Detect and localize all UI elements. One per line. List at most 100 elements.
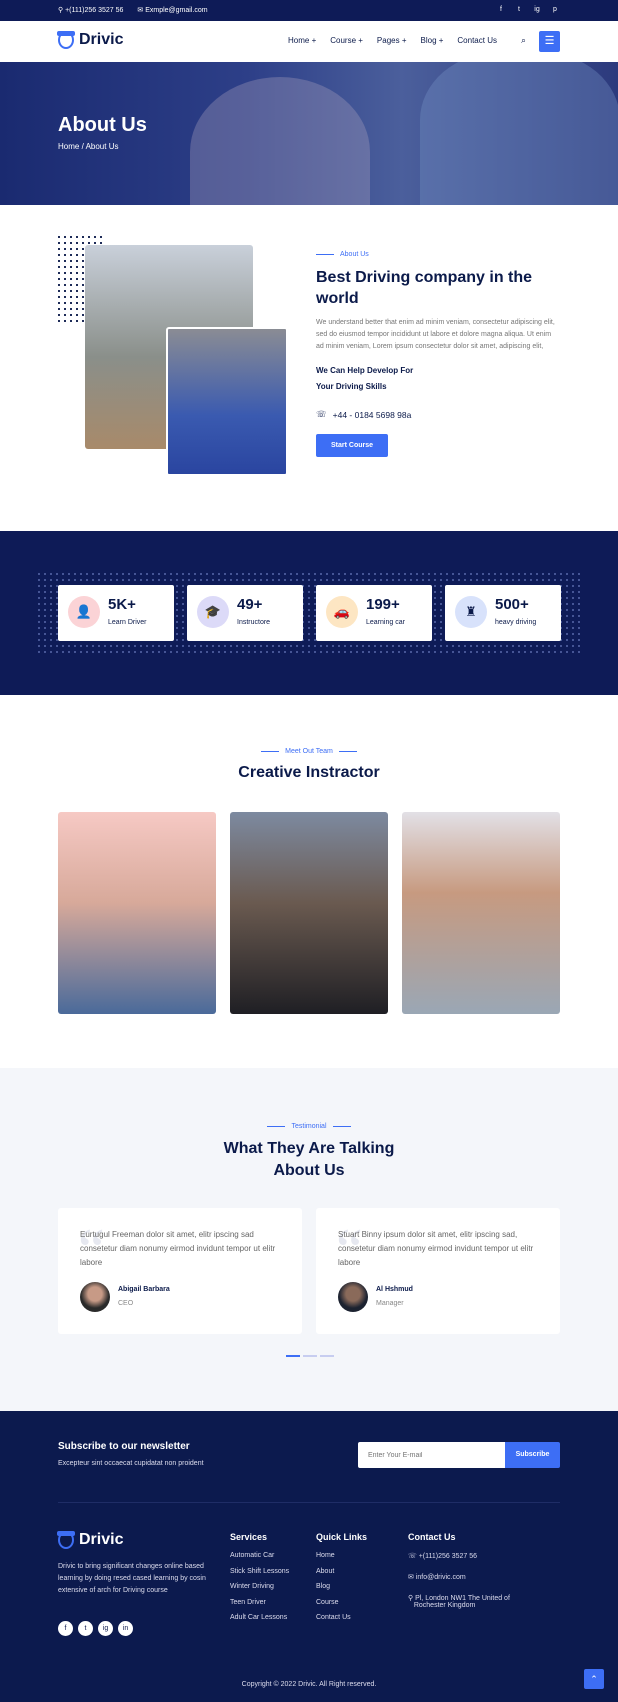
carousel-pager	[286, 1355, 334, 1357]
facebook-icon[interactable]: f	[58, 1621, 73, 1636]
testimonial-eyebrow: Testimonial	[0, 1123, 618, 1130]
nav-course[interactable]: Course +	[330, 36, 363, 45]
brand-logo[interactable]: Drivic	[57, 31, 124, 49]
stat-card: 🎓 49+ Instructore	[187, 585, 303, 641]
instagram-icon[interactable]: ig	[98, 1621, 113, 1636]
phone-text[interactable]: ⚲ +(111)256 3527 56	[58, 6, 123, 14]
scroll-to-top-button[interactable]: ⌃	[584, 1669, 604, 1689]
footer-link[interactable]: Winter Driving	[230, 1583, 289, 1599]
breadcrumb[interactable]: Home / About Us	[58, 142, 118, 151]
footer-address: ⚲ Pl, London NW1 The United of Rochester…	[408, 1595, 510, 1609]
about-photo-mechanics	[166, 327, 288, 476]
start-course-button[interactable]: Start Course	[316, 434, 389, 457]
testimonial-card: “ Stuart Binny ipsum dolor sit amet, eli…	[316, 1208, 560, 1334]
quick-links-title: Quick Links	[316, 1532, 368, 1542]
graduation-cap-icon: 🎓	[197, 596, 229, 628]
twitter-icon[interactable]: t	[514, 5, 524, 15]
nav-pages[interactable]: Pages +	[377, 36, 407, 45]
copyright: Copyright © 2022 Drivic. All Right reser…	[241, 1681, 377, 1688]
trophy-icon: ♜	[455, 596, 487, 628]
footer-link[interactable]: Course	[316, 1599, 367, 1615]
stat-card: 🚗 199+ Learning car	[316, 585, 432, 641]
hero-photo-person-left	[190, 77, 370, 205]
helmet-icon	[57, 31, 75, 49]
team-member-photo[interactable]	[230, 812, 388, 1014]
about-title: Best Driving company in the world	[316, 269, 533, 307]
driver-icon: 👤	[68, 596, 100, 628]
subscribe-button[interactable]: Subscribe	[505, 1442, 560, 1468]
stat-card: ♜ 500+ heavy driving	[445, 585, 561, 641]
about-body: We understand better that enim ad minim …	[316, 319, 555, 350]
testimonial-text: Eurtugul Freeman dolor sit amet, elitr i…	[80, 1230, 276, 1267]
footer-social: f t ig in	[58, 1621, 133, 1636]
stat-number: 5K+	[108, 596, 136, 613]
team-member-photo[interactable]	[402, 812, 560, 1014]
twitter-icon[interactable]: t	[78, 1621, 93, 1636]
team-title: Creative Instractor	[238, 764, 380, 781]
nav-home[interactable]: Home +	[288, 36, 316, 45]
team-eyebrow: Meet Out Team	[0, 748, 618, 755]
footer-brand-name: Drivic	[79, 1531, 124, 1548]
about-subtitle: We Can Help Develop For Your Driving Skil…	[316, 366, 414, 391]
footer-contact: Contact Us ☏ +(111)256 3527 56 ✉ info@dr…	[408, 1532, 510, 1610]
stat-label: heavy driving	[495, 619, 537, 626]
footer-services: Services Automatic Car Stick Shift Lesso…	[230, 1532, 289, 1630]
footer-link[interactable]: Stick Shift Lessons	[230, 1568, 289, 1584]
testimonial-role: CEO	[118, 1300, 134, 1307]
stat-number: 49+	[237, 596, 263, 613]
footer-phone[interactable]: ☏ +(111)256 3527 56	[408, 1552, 510, 1573]
footer-link[interactable]: About	[316, 1568, 367, 1584]
about-phone[interactable]: ☏ +44 - 0184 5698 98a	[316, 409, 556, 420]
email-text[interactable]: ✉ Exmple@gmail.com	[137, 6, 207, 14]
linkedin-icon[interactable]: in	[118, 1621, 133, 1636]
car-icon: 🚗	[326, 596, 358, 628]
pager-dot[interactable]	[320, 1355, 334, 1357]
avatar	[338, 1282, 368, 1312]
footer-link[interactable]: Automatic Car	[230, 1552, 289, 1568]
footer-email[interactable]: ✉ info@drivic.com	[408, 1573, 510, 1594]
team-member-photo[interactable]	[58, 812, 216, 1014]
about-eyebrow: About Us	[316, 251, 556, 258]
contact-title: Contact Us	[408, 1532, 456, 1542]
team-header: Meet Out Team Creative Instractor	[0, 748, 618, 782]
stat-number: 199+	[366, 596, 400, 613]
testimonial-name: Abigail Barbara	[118, 1286, 170, 1293]
pinterest-icon[interactable]: p	[550, 5, 560, 15]
top-bar: ⚲ +(111)256 3527 56 ✉ Exmple@gmail.com f…	[0, 0, 618, 21]
stat-label: Learning car	[366, 619, 405, 626]
footer-link[interactable]: Teen Driver	[230, 1599, 289, 1615]
footer: Subscribe to our newsletter Excepteur si…	[0, 1411, 618, 1702]
avatar	[80, 1282, 110, 1312]
testimonial-role: Manager	[376, 1300, 404, 1307]
footer-link[interactable]: Home	[316, 1552, 367, 1568]
services-title: Services	[230, 1532, 268, 1542]
testimonial-title: What They Are Talking About Us	[223, 1140, 395, 1179]
helmet-icon	[57, 1531, 75, 1549]
testimonial-name: Al Hshmud	[376, 1286, 413, 1293]
instagram-icon[interactable]: ig	[532, 5, 542, 15]
footer-link[interactable]: Contact Us	[316, 1614, 367, 1630]
stat-label: Instructore	[237, 619, 271, 626]
footer-quick-links: Quick Links Home About Blog Course Conta…	[316, 1532, 367, 1630]
phone-icon: ☏	[316, 409, 327, 419]
footer-link[interactable]: Adult Car Lessons	[230, 1614, 289, 1630]
menu-icon[interactable]: ☰	[539, 31, 560, 52]
hero-photo-person-right	[420, 62, 618, 205]
nav-menu: Home + Course + Pages + Blog + Contact U…	[288, 36, 497, 45]
facebook-icon[interactable]: f	[496, 5, 506, 15]
testimonial-header: Testimonial What They Are Talking About U…	[0, 1123, 618, 1182]
footer-link[interactable]: Blog	[316, 1583, 367, 1599]
newsletter-email-input[interactable]	[358, 1442, 505, 1468]
stat-number: 500+	[495, 596, 529, 613]
footer-logo[interactable]: Drivic	[57, 1531, 124, 1549]
about-content: About Us Best Driving company in the wor…	[316, 251, 556, 457]
nav-contact[interactable]: Contact Us	[457, 36, 497, 45]
testimonial-text: Stuart Binny ipsum dolor sit amet, elitr…	[338, 1230, 534, 1267]
pager-dot[interactable]	[286, 1355, 300, 1357]
page-hero: About Us Home / About Us	[0, 62, 618, 205]
brand-name: Drivic	[79, 31, 124, 48]
pager-dot[interactable]	[303, 1355, 317, 1357]
footer-description: Drivic to bring significant changes onli…	[58, 1563, 206, 1594]
nav-blog[interactable]: Blog +	[421, 36, 444, 45]
search-icon[interactable]: ⌕	[521, 35, 526, 46]
